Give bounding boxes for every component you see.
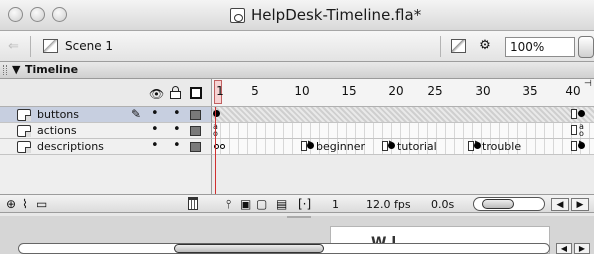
ruler-tick: 35 <box>522 84 538 98</box>
edit-multiple-frames-icon[interactable]: ▤ <box>276 197 287 211</box>
frames-track-buttons[interactable] <box>211 107 594 123</box>
label-flag-icon: ▸ <box>389 138 393 146</box>
onion-skin-outline-icon[interactable]: ▢ <box>256 197 267 211</box>
timeline-panel-header[interactable]: ▼ Timeline <box>0 62 594 79</box>
scene-icon <box>43 39 58 53</box>
layer-icon <box>17 141 31 153</box>
frame-label[interactable]: beginner <box>316 140 365 153</box>
frame-label[interactable]: trouble <box>482 140 521 153</box>
onion-markers-icon[interactable]: [·] <box>298 197 311 211</box>
label-flag-icon: ▸ <box>308 138 312 146</box>
lock-icon[interactable] <box>170 86 181 99</box>
flash-document-icon <box>230 7 245 23</box>
panel-divider-handle[interactable] <box>287 216 311 218</box>
end-frame[interactable] <box>571 109 577 119</box>
frame-ruler[interactable]: 1 5 10 15 20 25 30 35 40 ⊣ <box>211 79 594 107</box>
window-title: HelpDesk-Timeline.fla* <box>230 6 421 24</box>
scene-label[interactable]: Scene 1 <box>65 39 113 53</box>
scrollbar-thumb[interactable] <box>482 199 514 209</box>
lock-dot-icon[interactable]: • <box>173 122 181 137</box>
layer-icon <box>17 125 31 137</box>
ruler-tick: 20 <box>388 84 404 98</box>
onion-skin-icon[interactable]: ▣ <box>240 197 251 211</box>
ruler-tick: 25 <box>427 84 443 98</box>
ruler-tick: 15 <box>341 84 357 98</box>
back-arrow-icon[interactable]: ⇐ <box>8 39 19 54</box>
zoom-dropdown-button[interactable] <box>578 36 594 58</box>
visibility-dot-icon[interactable]: • <box>151 138 159 153</box>
layer-icon <box>17 109 31 121</box>
current-frame-readout: 1 <box>332 198 339 211</box>
panel-grip-icon[interactable] <box>3 65 7 75</box>
zoom-input[interactable]: 100% <box>505 37 575 57</box>
timeline-footer: ⊕ ⌇ ▭ ⫯ ▣ ▢ ▤ [·] 1 12.0 fps 0.0s ◀ ▶ <box>0 194 594 213</box>
stage-horizontal-scrollbar[interactable] <box>18 243 550 254</box>
center-frame-icon[interactable]: ⫯ <box>226 197 231 212</box>
frame-rate-readout[interactable]: 12.0 fps <box>366 198 411 211</box>
ruler-tick: 5 <box>251 84 259 98</box>
scroll-left-icon[interactable]: ◀ <box>551 198 569 211</box>
layer-name[interactable]: descriptions <box>37 140 104 153</box>
frame-label[interactable]: tutorial <box>397 140 437 153</box>
add-folder-icon[interactable]: ▭ <box>36 197 47 211</box>
layer-list-empty-area <box>0 155 211 194</box>
layer-row-descriptions[interactable]: descriptions • • <box>0 138 211 155</box>
end-frame[interactable] <box>571 125 577 135</box>
visibility-dot-icon[interactable]: • <box>151 106 159 121</box>
keyframe[interactable] <box>578 110 585 117</box>
lock-dot-icon[interactable]: • <box>173 138 181 153</box>
edit-bar: ⇐ Scene 1 ⚙ 100% <box>0 31 594 62</box>
ruler-tick: 10 <box>294 84 310 98</box>
add-layer-icon[interactable]: ⊕ <box>6 197 16 211</box>
timeline-title: Timeline <box>25 63 79 76</box>
ruler-tick: 1 <box>216 84 224 98</box>
outline-color-swatch[interactable] <box>190 126 201 136</box>
layer-row-buttons[interactable]: buttons ✎ • • <box>0 106 211 123</box>
action-marker-icon[interactable]: ao <box>579 123 584 138</box>
label-flag-icon: ▸ <box>579 138 583 146</box>
edit-symbols-icon[interactable]: ⚙ <box>477 39 493 53</box>
zoom-window-button[interactable] <box>52 7 67 22</box>
outline-color-swatch[interactable] <box>190 110 201 120</box>
playhead-line <box>215 107 216 194</box>
scroll-right-icon[interactable]: ▶ <box>571 198 589 211</box>
edit-scene-icon[interactable] <box>451 39 466 53</box>
timeline-options-icon[interactable]: ⊣ <box>584 79 594 107</box>
eye-icon[interactable]: 👁 <box>149 87 164 101</box>
trash-icon[interactable] <box>188 197 198 210</box>
window-title-text: HelpDesk-Timeline.fla* <box>251 6 422 24</box>
ruler-tick: 40 <box>565 84 581 98</box>
layer-name[interactable]: buttons <box>37 108 79 121</box>
frames-empty-area <box>211 155 594 194</box>
empty-keyframe[interactable] <box>220 144 225 149</box>
outline-color-swatch[interactable] <box>190 142 201 152</box>
add-motion-guide-icon[interactable]: ⌇ <box>22 197 28 211</box>
separator <box>440 36 441 57</box>
frames-track-actions[interactable]: ao ao <box>211 123 594 139</box>
frames-track-descriptions[interactable]: ▸ beginner ▸ tutorial ▸ trouble ▸ <box>211 139 594 155</box>
layer-name[interactable]: actions <box>37 124 77 137</box>
elapsed-time-readout: 0.0s <box>431 198 455 211</box>
scroll-left-icon[interactable]: ◀ <box>556 243 572 254</box>
label-flag-icon: ▸ <box>475 138 479 146</box>
minimize-window-button[interactable] <box>30 7 45 22</box>
separator <box>30 36 31 57</box>
scrollbar-thumb[interactable] <box>174 244 324 253</box>
close-window-button[interactable] <box>8 7 23 22</box>
outline-icon[interactable] <box>190 87 202 99</box>
visibility-dot-icon[interactable]: • <box>151 122 159 137</box>
end-frame[interactable] <box>571 141 577 151</box>
pencil-icon: ✎ <box>131 107 142 121</box>
timeline-horizontal-scrollbar[interactable] <box>473 197 545 211</box>
layer-column-header: 👁 <box>0 79 211 107</box>
ruler-tick: 30 <box>475 84 491 98</box>
window-title-bar: HelpDesk-Timeline.fla* <box>0 0 594 31</box>
scroll-right-icon[interactable]: ▶ <box>574 243 590 254</box>
collapse-triangle-icon[interactable]: ▼ <box>12 63 20 76</box>
layer-row-actions[interactable]: actions • • <box>0 122 211 139</box>
lock-dot-icon[interactable]: • <box>173 106 181 121</box>
